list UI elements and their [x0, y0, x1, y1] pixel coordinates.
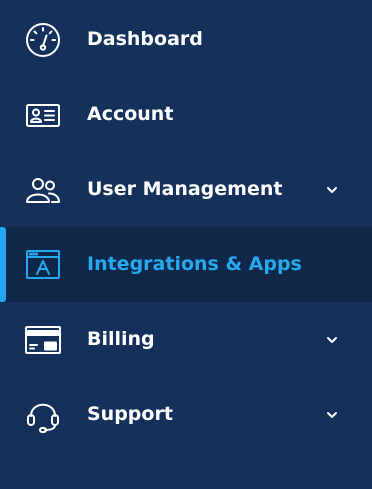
sidebar-item-dashboard[interactable]: Dashboard	[0, 2, 372, 77]
users-icon	[24, 171, 62, 209]
sidebar-nav: Dashboard Account User Management Integr…	[0, 0, 372, 489]
active-indicator	[0, 227, 6, 302]
chevron-down-icon[interactable]	[325, 185, 339, 195]
sidebar-menu: Dashboard Account User Management Integr…	[0, 2, 372, 452]
chevron-down-icon[interactable]	[325, 335, 339, 345]
sidebar-item-label: Billing	[87, 328, 155, 350]
sidebar-item-label: Dashboard	[87, 28, 203, 50]
sidebar-item-label: Integrations & Apps	[87, 253, 302, 275]
sidebar-item-integrations-apps[interactable]: Integrations & Apps	[0, 227, 372, 302]
speedometer-icon	[24, 21, 62, 59]
id-card-icon	[24, 96, 62, 134]
headset-icon	[24, 396, 62, 434]
sidebar-item-label: User Management	[87, 178, 283, 200]
sidebar-item-label: Account	[87, 103, 174, 125]
sidebar-item-label: Support	[87, 403, 173, 425]
credit-card-icon	[24, 321, 62, 359]
sidebar-item-support[interactable]: Support	[0, 377, 372, 452]
sidebar-item-billing[interactable]: Billing	[0, 302, 372, 377]
chevron-down-icon[interactable]	[325, 410, 339, 420]
sidebar-item-account[interactable]: Account	[0, 77, 372, 152]
app-window-icon	[24, 246, 62, 284]
sidebar-item-user-management[interactable]: User Management	[0, 152, 372, 227]
